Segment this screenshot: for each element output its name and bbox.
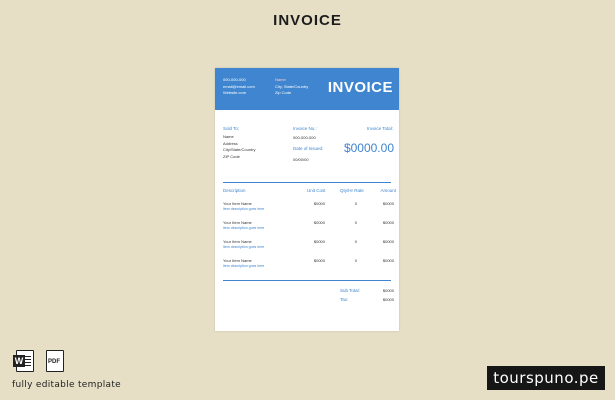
sold-to-label: Sold To: [223, 126, 240, 131]
invoice-no-value: 000-000-000 [293, 135, 316, 140]
word-file-icon: W [13, 350, 34, 372]
row-qty: 0 [354, 220, 357, 225]
row-qty: 0 [354, 239, 357, 244]
page-title: INVOICE [273, 12, 342, 29]
row-amount: $0000 [382, 239, 394, 244]
row-unit-cost: $0000 [313, 201, 325, 206]
col-header-description: Description [223, 188, 246, 193]
pdf-file-icon: PDF [46, 350, 64, 372]
row-item-name: Your Item Name [223, 258, 252, 263]
company-block: Name City, State/Country Zip Code [275, 77, 308, 97]
row-qty: 0 [354, 201, 357, 206]
row-item-desc: Item description goes here [223, 207, 265, 211]
sold-to-zip: ZIP Code [223, 153, 240, 159]
row-amount: $0000 [382, 258, 394, 263]
word-letter: W [13, 355, 25, 367]
invoice-total-label: Invoice Total: [366, 126, 393, 131]
row-item-name: Your Item Name [223, 201, 252, 206]
date-value: 00/00/00 [293, 157, 309, 162]
invoice-document: 000-000-000 email@email.com Website.com … [215, 68, 399, 331]
sold-to-city: City/State/Country [223, 147, 256, 152]
row-qty: 0 [354, 258, 357, 263]
editable-caption: fully editable template [12, 380, 121, 390]
pdf-letter: PDF [48, 359, 60, 365]
row-item-name: Your Item Name [223, 239, 252, 244]
subtotal-value: $0000 [382, 288, 394, 293]
invoice-heading: INVOICE [327, 79, 393, 96]
row-unit-cost: $0000 [313, 239, 325, 244]
invoice-no-label: Invoice No.: [293, 126, 317, 131]
tax-value: $0000 [382, 297, 394, 302]
row-item-desc: Item description goes here [223, 226, 265, 230]
row-unit-cost: $0000 [313, 258, 325, 263]
sold-to-block: Name Address City/State/Country ZIP Code [223, 134, 255, 160]
col-header-qty: Qty/Hr Rate [340, 188, 364, 193]
row-unit-cost: $0000 [313, 220, 325, 225]
invoice-total-value: $0000.00 [343, 141, 394, 155]
col-header-amount: Amount [380, 188, 396, 193]
row-item-desc: Item description goes here [223, 264, 265, 268]
contact-website: Website.com [223, 90, 247, 95]
date-label: Date of Issued: [293, 146, 324, 151]
invoice-header-band: 000-000-000 email@email.com Website.com … [215, 68, 399, 110]
subtotal-label: Sub Total: [340, 288, 360, 293]
row-item-desc: Item description goes here [223, 245, 265, 249]
row-amount: $0000 [382, 220, 394, 225]
brand-badge: tourspuno.pe [487, 366, 605, 390]
row-amount: $0000 [382, 201, 394, 206]
row-item-name: Your Item Name [223, 220, 252, 225]
tax-label: Tax: [340, 297, 349, 302]
divider-top [223, 182, 391, 183]
company-zip: Zip Code [275, 90, 292, 95]
contact-block: 000-000-000 email@email.com Website.com [223, 77, 255, 97]
divider-bottom [223, 280, 391, 281]
col-header-unit-cost: Unit Cost [307, 188, 326, 193]
